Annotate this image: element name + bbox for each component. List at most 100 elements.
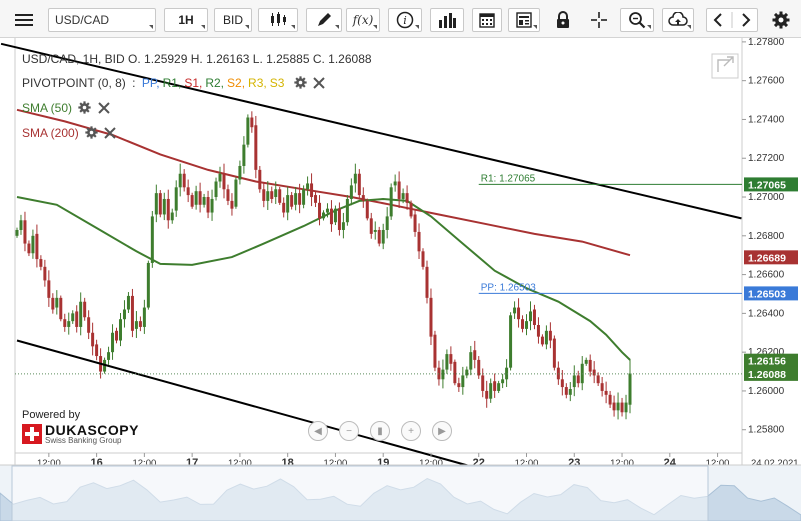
pivot-items: PP, R1, S1, R2, S2, R3, S3 xyxy=(142,76,288,90)
candle-body xyxy=(162,198,166,215)
gear-icon[interactable] xyxy=(78,101,91,117)
candle-type-button[interactable] xyxy=(258,8,298,32)
candle-body xyxy=(628,373,632,405)
gear-icon[interactable] xyxy=(294,76,307,92)
candle-body xyxy=(95,344,99,357)
candle-body xyxy=(318,202,322,219)
powered-by-text: Powered by xyxy=(22,409,81,421)
crosshair-button[interactable] xyxy=(586,8,612,32)
candle-body xyxy=(552,338,556,368)
info-button[interactable]: i xyxy=(388,8,422,32)
plot-background xyxy=(15,38,742,453)
sma200-legend[interactable]: SMA (200) xyxy=(22,126,119,142)
sma50-legend[interactable]: SMA (50) xyxy=(22,101,113,117)
candle-body xyxy=(584,359,588,364)
pivot-legend[interactable]: PIVOTPOINT (0, 8) : PP, R1, S1, R2, S2, R3, S3 xyxy=(22,76,328,92)
settings-button[interactable] xyxy=(768,8,794,32)
candle-body xyxy=(592,369,596,376)
candle-body xyxy=(493,381,497,391)
candle-body xyxy=(528,311,532,322)
chevron-down-icon xyxy=(149,25,153,29)
zoom-button[interactable] xyxy=(620,8,654,32)
symbol-label: USD/CAD xyxy=(55,13,110,27)
candle-body xyxy=(118,319,122,341)
y-tick-label: 1.25800 xyxy=(748,425,785,436)
close-icon[interactable] xyxy=(104,126,117,142)
candle-body xyxy=(564,387,568,395)
candle-body xyxy=(548,330,552,341)
pivot-item-s2: S2, xyxy=(227,76,246,91)
zoom-out-button[interactable]: − xyxy=(339,421,359,441)
draw-button[interactable] xyxy=(306,8,342,32)
gear-icon[interactable] xyxy=(85,126,98,142)
zoom-in-button[interactable]: + xyxy=(401,421,421,441)
candle-body xyxy=(477,359,481,376)
scroll-left-button[interactable]: ◀ xyxy=(308,421,328,441)
candle-body xyxy=(27,243,31,254)
symbol-selector[interactable]: USD/CAD xyxy=(48,8,156,32)
pivot-item-r1: R1, xyxy=(162,76,182,91)
arrow-left-icon[interactable] xyxy=(713,13,722,27)
maximize-button[interactable] xyxy=(711,53,739,79)
chart-area[interactable]: R1: 1.27065PP: 1.26503 1.278001.276001.2… xyxy=(0,38,801,521)
calendar-icon xyxy=(479,13,495,28)
candle-body xyxy=(254,125,258,170)
news-button[interactable] xyxy=(508,8,540,32)
candle-body xyxy=(107,352,111,360)
y-axis[interactable]: 1.27800 1.27600 1.27400 1.27200 1.27000 1.268… xyxy=(742,38,798,436)
candle-body xyxy=(35,233,39,260)
toolbar: USD/CAD 1H BID f(x) i xyxy=(0,0,801,38)
candle-body xyxy=(461,375,465,388)
close-icon[interactable] xyxy=(97,101,110,117)
nav-arrows xyxy=(706,8,758,32)
gear-icon xyxy=(772,11,790,29)
reset-view-button[interactable]: ▮ xyxy=(370,421,390,441)
interval-selector[interactable]: 1H xyxy=(164,8,208,32)
indicators-button[interactable] xyxy=(430,8,464,32)
candle-body xyxy=(138,321,142,327)
candle-body xyxy=(142,307,146,327)
navigator-window[interactable] xyxy=(11,465,709,521)
candle-body xyxy=(250,117,254,128)
candle-body xyxy=(421,251,425,267)
scroll-right-button[interactable]: ▶ xyxy=(432,421,452,441)
arrow-right-icon[interactable] xyxy=(742,13,751,27)
dukascopy-branding[interactable]: Powered by DUKASCOPY Swiss Banking Group xyxy=(22,409,139,445)
chevron-down-icon xyxy=(245,25,249,29)
candle-body xyxy=(425,266,429,298)
candle-body xyxy=(489,383,493,399)
menu-icon[interactable] xyxy=(8,8,40,32)
candle-body xyxy=(509,315,513,368)
candle-body xyxy=(122,309,126,320)
candle-body xyxy=(445,354,449,370)
pivot-label-pp: PP: 1.26503 xyxy=(481,282,536,293)
calendar-button[interactable] xyxy=(472,8,502,32)
candle-body xyxy=(290,195,294,207)
price-tag-label: 1.26156 xyxy=(748,356,786,368)
candle-body xyxy=(182,173,186,188)
candle-body xyxy=(568,389,572,395)
candle-body xyxy=(282,202,286,213)
brand-name: DUKASCOPY xyxy=(45,422,139,438)
candle-body xyxy=(302,189,306,205)
candle-body xyxy=(449,354,453,364)
candle-body xyxy=(43,266,47,281)
candle-body xyxy=(59,297,63,320)
side-selector[interactable]: BID xyxy=(214,8,252,32)
close-icon[interactable] xyxy=(313,76,325,92)
function-button[interactable]: f(x) xyxy=(346,8,380,32)
candle-body xyxy=(75,311,79,327)
brand-tagline: Swiss Banking Group xyxy=(45,436,122,445)
candle-body xyxy=(385,216,389,230)
candle-body xyxy=(170,212,174,221)
candle-body xyxy=(51,297,55,310)
candle-body xyxy=(345,198,349,223)
upload-button[interactable] xyxy=(662,8,694,32)
candle-body xyxy=(15,229,19,236)
candle-body xyxy=(596,375,600,384)
lock-button[interactable] xyxy=(550,8,576,32)
navigator[interactable] xyxy=(0,464,801,521)
candle-body xyxy=(262,189,266,201)
svg-text:i: i xyxy=(403,14,407,27)
candle-body xyxy=(294,193,298,205)
